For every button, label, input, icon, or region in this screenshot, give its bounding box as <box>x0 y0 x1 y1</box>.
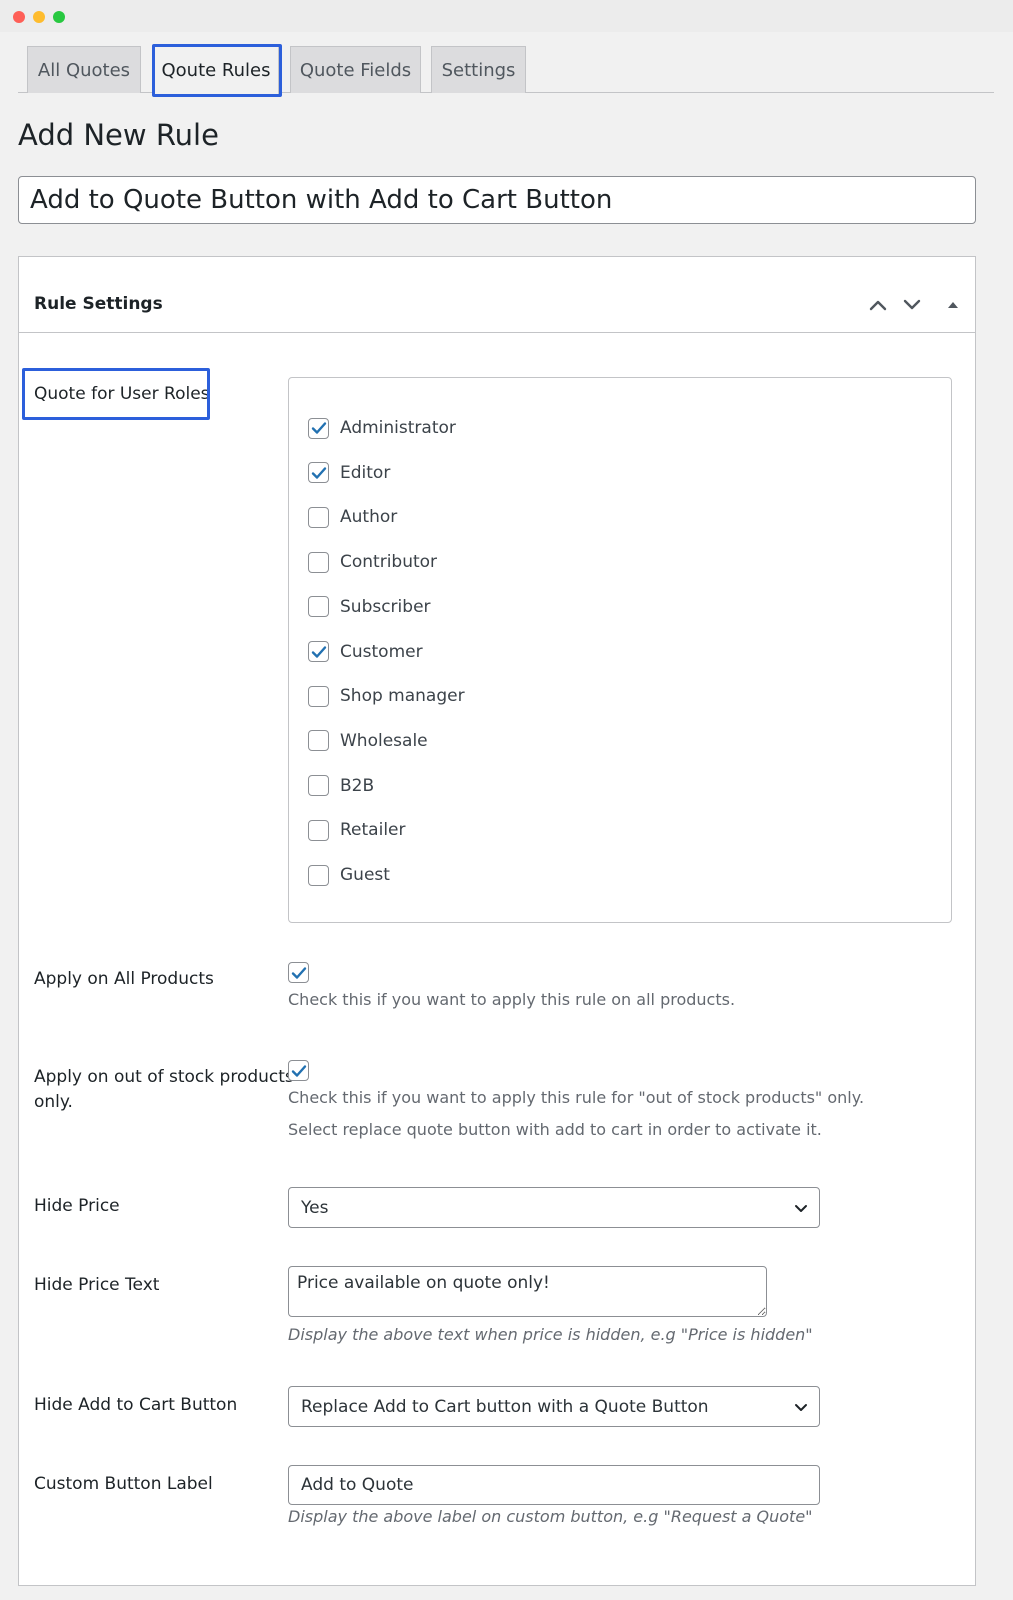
role-option[interactable]: Editor <box>308 461 390 485</box>
role-checkbox[interactable] <box>308 730 329 752</box>
hide-price-text-help: Display the above text when price is hid… <box>288 1325 813 1344</box>
role-option[interactable]: Administrator <box>308 416 456 440</box>
hide-price-selected-value: Yes <box>301 1197 329 1218</box>
role-label: Customer <box>340 641 423 662</box>
role-option[interactable]: Shop manager <box>308 684 465 708</box>
tab-quote-rules[interactable]: Qoute Rules <box>153 46 279 94</box>
role-label: Retailer <box>340 820 406 841</box>
role-option[interactable]: Contributor <box>308 550 437 574</box>
chevron-down-icon <box>795 1205 807 1212</box>
role-label: B2B <box>340 775 375 796</box>
checkmark-icon <box>311 645 326 658</box>
out-of-stock-label-line1: Apply on out of stock products <box>34 1067 294 1087</box>
rule-title-input[interactable] <box>18 176 976 224</box>
role-checkbox[interactable] <box>308 775 329 797</box>
chevron-up-icon <box>869 300 887 311</box>
tab-all-quotes[interactable]: All Quotes <box>27 46 141 93</box>
role-label: Shop manager <box>340 686 465 707</box>
minimize-window-button[interactable] <box>33 11 45 23</box>
nav-tabs: All Quotes Qoute Rules Quote Fields Sett… <box>18 46 994 94</box>
tab-quote-fields[interactable]: Quote Fields <box>290 46 421 93</box>
rule-settings-panel: Rule Settings Quote for User Roles Admin… <box>18 256 976 1586</box>
chevron-down-icon <box>795 1404 807 1411</box>
window-titlebar <box>0 0 1013 32</box>
maximize-window-button[interactable] <box>53 11 65 23</box>
role-checkbox[interactable] <box>308 506 329 528</box>
role-checkbox[interactable] <box>308 685 329 707</box>
out-of-stock-help-1: Check this if you want to apply this rul… <box>288 1088 865 1107</box>
role-checkbox[interactable] <box>308 819 329 841</box>
checkmark-icon <box>291 966 306 979</box>
custom-button-label-help: Display the above label on custom button… <box>288 1507 813 1526</box>
role-checkbox[interactable] <box>308 417 329 439</box>
role-option[interactable]: Retailer <box>308 818 406 842</box>
role-label: Wholesale <box>340 730 428 751</box>
role-checkbox[interactable] <box>308 641 329 662</box>
move-down-button[interactable] <box>900 293 924 317</box>
role-label: Editor <box>340 462 391 483</box>
role-label: Guest <box>340 865 390 885</box>
user-roles-label: Quote for User Roles <box>34 384 210 404</box>
role-option[interactable]: Subscriber <box>308 595 431 619</box>
hide-add-to-cart-label: Hide Add to Cart Button <box>34 1395 238 1415</box>
hide-price-label: Hide Price <box>34 1196 120 1216</box>
toggle-panel-button[interactable] <box>941 293 965 317</box>
role-option[interactable]: Customer <box>308 640 423 664</box>
apply-all-label: Apply on All Products <box>34 969 214 989</box>
out-of-stock-help-2: Select replace quote button with add to … <box>288 1120 822 1139</box>
apply-all-checkbox[interactable] <box>288 962 309 983</box>
checkmark-icon <box>291 1064 306 1077</box>
hide-add-to-cart-select[interactable]: Replace Add to Cart button with a Quote … <box>288 1386 820 1427</box>
role-checkbox[interactable] <box>308 462 329 484</box>
role-option[interactable]: Wholesale <box>308 729 428 753</box>
page-title: Add New Rule <box>18 118 219 152</box>
role-option[interactable]: Guest <box>308 863 390 887</box>
close-window-button[interactable] <box>13 11 25 23</box>
move-up-button[interactable] <box>866 293 890 317</box>
out-of-stock-checkbox[interactable] <box>288 1060 309 1081</box>
role-checkbox[interactable] <box>308 864 329 886</box>
panel-header: Rule Settings <box>19 257 975 333</box>
role-checkbox[interactable] <box>308 551 329 573</box>
out-of-stock-label: Apply on out of stock products only. <box>34 1065 294 1115</box>
hide-price-text-input[interactable]: Price available on quote only! <box>288 1266 767 1317</box>
custom-button-label-input[interactable] <box>288 1465 820 1505</box>
apply-all-help: Check this if you want to apply this rul… <box>288 990 736 1009</box>
user-roles-list: Administrator Editor Author Contributor Subs… <box>288 377 952 923</box>
checkmark-icon <box>311 466 326 479</box>
checkmark-icon <box>311 422 326 434</box>
panel-title: Rule Settings <box>34 294 163 314</box>
role-label: Subscriber <box>340 596 431 617</box>
chevron-down-icon <box>903 299 921 310</box>
hide-price-select[interactable]: Yes <box>288 1187 820 1228</box>
out-of-stock-label-line2: only. <box>34 1092 73 1112</box>
hide-price-text-label: Hide Price Text <box>34 1275 160 1295</box>
custom-button-label-label: Custom Button Label <box>34 1474 213 1494</box>
hide-add-to-cart-selected-value: Replace Add to Cart button with a Quote … <box>301 1396 709 1417</box>
role-checkbox[interactable] <box>308 596 329 618</box>
tab-settings[interactable]: Settings <box>431 46 526 93</box>
role-label: Author <box>340 507 398 528</box>
role-option[interactable]: B2B <box>308 774 374 798</box>
role-label: Contributor <box>340 552 438 573</box>
role-label: Administrator <box>340 418 456 438</box>
role-option[interactable]: Author <box>308 505 397 529</box>
triangle-up-icon <box>948 302 958 308</box>
